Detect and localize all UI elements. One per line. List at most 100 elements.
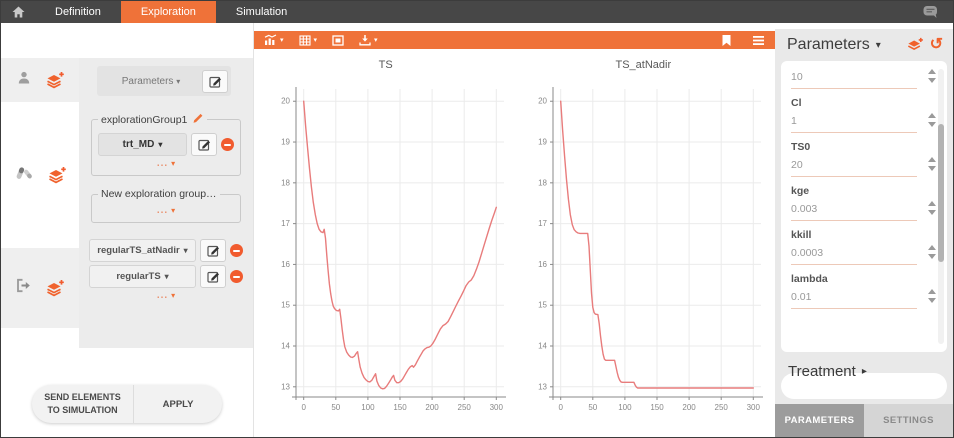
new-exploration-group: New exploration group… ... ▾ <box>91 188 241 223</box>
param-stepper-kge[interactable] <box>928 201 936 215</box>
grid-layout-icon[interactable]: ▾ <box>299 35 318 46</box>
svg-text:200: 200 <box>683 403 697 412</box>
svg-text:20: 20 <box>538 97 547 106</box>
remove-regularts-button[interactable] <box>230 270 243 283</box>
chart-title-ts: TS <box>379 59 393 75</box>
output-regularts-dropdown[interactable]: regularTS▾ <box>89 265 196 288</box>
home-icon[interactable] <box>1 1 35 23</box>
remove-trt-md-button[interactable] <box>221 138 234 151</box>
param-field-kge: kge 0.003 <box>791 185 917 221</box>
svg-text:150: 150 <box>651 403 665 412</box>
add-output-layer-button[interactable] <box>45 279 65 297</box>
edit-regularts-button[interactable] <box>200 265 226 288</box>
apply-button[interactable]: APPLY <box>134 385 222 423</box>
svg-text:100: 100 <box>361 403 375 412</box>
tab-parameters[interactable]: PARAMETERS <box>775 404 864 437</box>
send-elements-to-simulation-button[interactable]: SEND ELEMENTS TO SIMULATION <box>32 385 134 423</box>
param-label: Cl <box>791 97 917 109</box>
ts-line-chart: 0501001502002503001314151617181920 <box>260 75 512 427</box>
panel-layout-icon[interactable] <box>332 35 344 46</box>
output-add-element-dropdown[interactable]: ... ▾ <box>89 291 243 300</box>
param-stepper-ts0[interactable] <box>928 157 936 171</box>
rename-group-icon[interactable] <box>192 112 204 127</box>
svg-text:18: 18 <box>538 178 547 187</box>
parameters-panel-header: Parameters ▾ ↺ <box>775 29 953 61</box>
svg-text:18: 18 <box>281 178 290 187</box>
remove-regularts-atnadir-button[interactable] <box>230 244 243 257</box>
tab-simulation[interactable]: Simulation <box>216 1 307 23</box>
param-input-kkill[interactable]: 0.0003 <box>791 243 917 265</box>
caret-down-icon: ▾ <box>184 246 188 255</box>
param-label: kkill <box>791 229 917 241</box>
chat-bubble-icon[interactable] <box>922 1 939 23</box>
chart-type-icon[interactable]: ▾ <box>264 34 284 46</box>
caret-down-icon: ▾ <box>176 77 180 86</box>
group-add-element-dropdown[interactable]: ... ▾ <box>98 159 234 168</box>
panel-tabs: PARAMETERS SETTINGS <box>775 404 953 437</box>
reset-parameters-icon[interactable]: ↺ <box>930 38 943 52</box>
param-label: kge <box>791 185 917 197</box>
caret-down-icon: ▾ <box>280 36 284 44</box>
scrollbar-thumb[interactable] <box>938 124 944 262</box>
svg-text:15: 15 <box>281 301 290 310</box>
svg-text:250: 250 <box>715 403 729 412</box>
exploration-group-1-title: explorationGroup1 <box>98 112 207 127</box>
ts-atnadir-line-chart: 0501001502002503001314151617181920 <box>517 75 769 427</box>
edit-trt-md-button[interactable] <box>191 133 217 156</box>
treatment-title[interactable]: Treatment ▸ <box>788 363 867 380</box>
tab-definition[interactable]: Definition <box>35 1 121 23</box>
output-regularts-atnadir-dropdown[interactable]: regularTS_atNadir▾ <box>89 239 196 262</box>
svg-text:0: 0 <box>559 403 564 412</box>
param-input-0[interactable]: 10 <box>791 67 917 89</box>
chart-ts: TS 0501001502002503001314151617181920 <box>260 51 512 437</box>
pills-icon <box>14 165 34 186</box>
param-field-ts0: TS0 20 <box>791 141 917 177</box>
menu-icon[interactable] <box>752 35 765 46</box>
tab-settings[interactable]: SETTINGS <box>864 404 953 437</box>
param-stepper-kkill[interactable] <box>928 245 936 259</box>
outputs-rail-section <box>1 248 79 328</box>
param-field-0: 10 <box>791 67 917 89</box>
output-selection: regularTS_atNadir▾ regularTS▾ <box>89 239 243 300</box>
group-item-trt-md-dropdown[interactable]: trt_MD▾ <box>98 133 187 156</box>
svg-text:250: 250 <box>457 403 471 412</box>
add-parameter-layer-button[interactable] <box>45 71 65 89</box>
param-input-ts0[interactable]: 20 <box>791 155 917 177</box>
bookmark-icon[interactable] <box>721 34 732 47</box>
charts-row: TS 0501001502002503001314151617181920 TS… <box>254 49 775 437</box>
param-stepper-0[interactable] <box>928 69 936 83</box>
parameters-selector[interactable]: Parameters ▾ <box>100 76 202 87</box>
treatments-rail-section <box>1 102 79 248</box>
param-input-lambda[interactable]: 0.01 <box>791 287 917 309</box>
add-parameter-set-button[interactable] <box>906 37 924 53</box>
add-treatment-layer-button[interactable] <box>47 166 67 184</box>
param-label: TS0 <box>791 141 917 153</box>
svg-text:300: 300 <box>747 403 761 412</box>
svg-text:300: 300 <box>489 403 503 412</box>
param-stepper-lambda[interactable] <box>928 289 936 303</box>
param-label: lambda <box>791 273 917 285</box>
param-input-cl[interactable]: 1 <box>791 111 917 133</box>
caret-down-icon: ▾ <box>876 40 881 51</box>
scrollbar[interactable] <box>938 69 944 344</box>
parameters-panel-title[interactable]: Parameters <box>787 36 870 54</box>
svg-text:20: 20 <box>281 97 290 106</box>
edit-regularts-atnadir-button[interactable] <box>200 239 226 262</box>
tab-exploration[interactable]: Exploration <box>121 1 216 23</box>
new-group-add-element-dropdown[interactable]: ... ▾ <box>98 206 234 215</box>
parameters-card: 10 Cl 1 TS0 20 kge 0.003 <box>781 61 947 352</box>
param-input-kge[interactable]: 0.003 <box>791 199 917 221</box>
caret-down-icon: ▾ <box>171 291 175 300</box>
svg-text:0: 0 <box>301 403 306 412</box>
param-stepper-cl[interactable] <box>928 113 936 127</box>
parameters-selector-row: Parameters ▾ <box>97 66 231 96</box>
svg-text:17: 17 <box>538 219 547 228</box>
edit-parameters-button[interactable] <box>202 70 228 93</box>
caret-down-icon: ▾ <box>171 206 175 215</box>
main-area: Parameters ▾ explorationGroup1 trt_MD▾ <box>1 23 953 437</box>
svg-text:19: 19 <box>281 138 290 147</box>
chart-toolbar: ▾ ▾ ▾ <box>254 31 775 49</box>
export-download-icon[interactable]: ▾ <box>359 34 378 46</box>
output-export-icon <box>15 278 32 298</box>
parameters-panel: Parameters ▾ ↺ 10 Cl 1 <box>775 23 953 437</box>
